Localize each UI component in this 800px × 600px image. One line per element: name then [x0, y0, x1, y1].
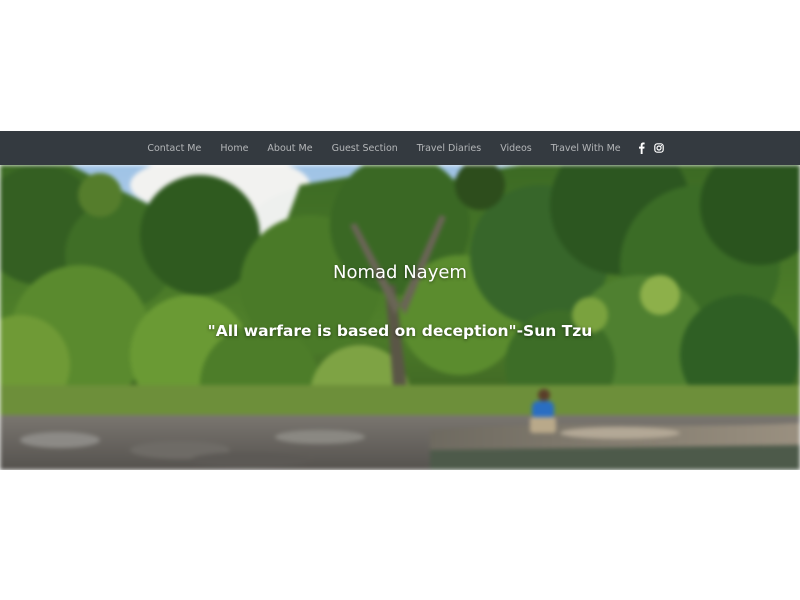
facebook-icon[interactable]	[634, 141, 648, 155]
nav-link-travel-diaries[interactable]: Travel Diaries	[407, 143, 490, 154]
hero-quote: "All warfare is based on deception"-Sun …	[207, 322, 593, 340]
top-navbar: Contact Me Home About Me Guest Section T…	[0, 131, 800, 165]
nav-link-videos[interactable]: Videos	[491, 143, 542, 154]
hero-title: Nomad Nayem	[333, 262, 467, 283]
hero-background-image	[0, 165, 800, 470]
nav-link-contact-me[interactable]: Contact Me	[138, 143, 211, 154]
nav-link-home[interactable]: Home	[211, 143, 258, 154]
nav-link-travel-with-me[interactable]: Travel With Me	[541, 143, 630, 154]
social-links	[632, 141, 668, 155]
hero-banner: Nomad Nayem "All warfare is based on dec…	[0, 165, 800, 470]
nav-link-guest-section[interactable]: Guest Section	[322, 143, 407, 154]
nav-menu: Contact Me Home About Me Guest Section T…	[138, 143, 630, 154]
nav-link-about-me[interactable]: About Me	[258, 143, 322, 154]
instagram-icon[interactable]	[652, 141, 666, 155]
